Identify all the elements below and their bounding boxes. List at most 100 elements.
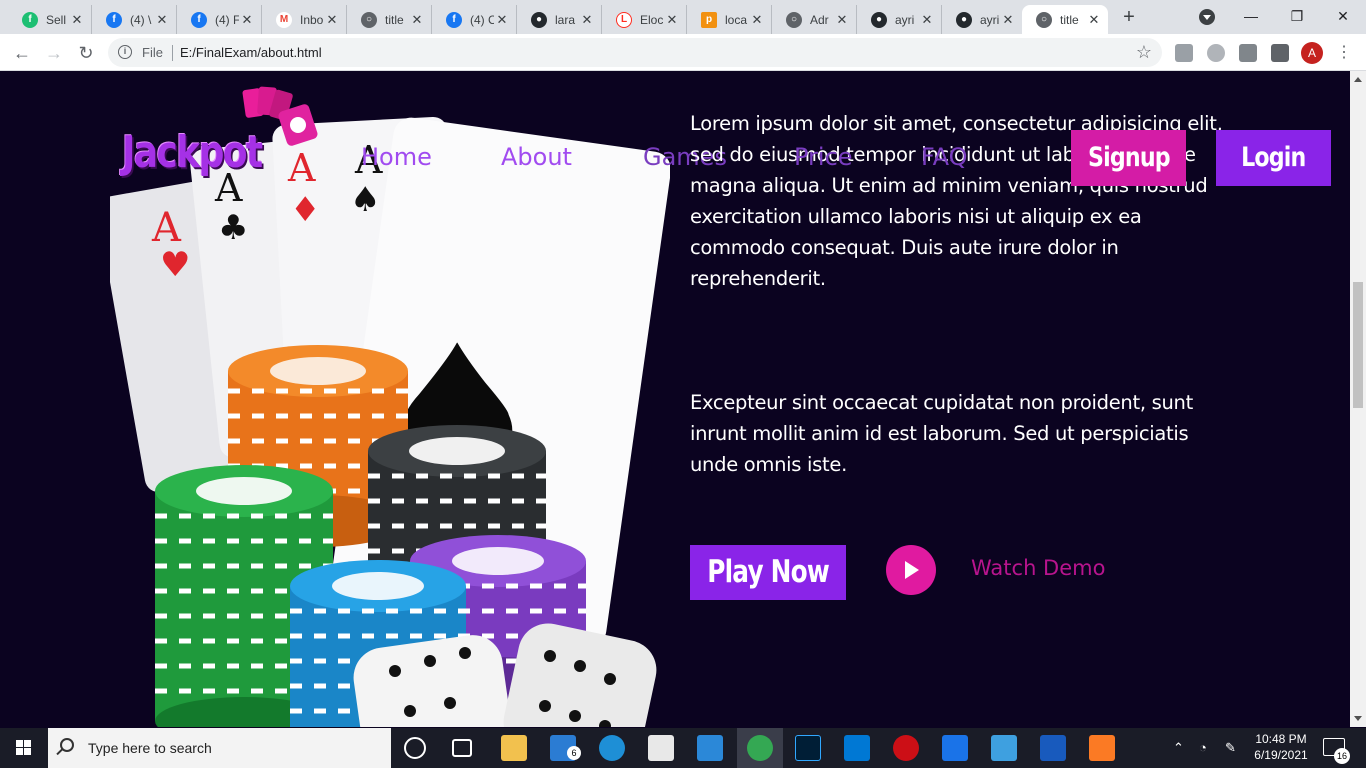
svg-text:♦: ♦	[290, 190, 320, 230]
bookmark-star-icon[interactable]: ☆	[1136, 42, 1152, 63]
svg-text:A: A	[287, 146, 316, 190]
minimize-icon[interactable]: —	[1228, 0, 1274, 32]
close-tab-icon[interactable]: ✕	[154, 12, 170, 28]
forward-arrow-icon[interactable]: →	[42, 41, 66, 65]
url-text[interactable]: E:/FinalExam/about.html	[180, 45, 322, 60]
svg-text:♥: ♥	[160, 245, 190, 285]
about-paragraph-2: Excepteur sint occaecat cupidatat non pr…	[690, 391, 1193, 476]
facebook-icon: f	[106, 11, 122, 28]
page-scrollbar[interactable]	[1350, 71, 1366, 727]
edge-icon[interactable]	[599, 735, 625, 761]
puzzle-extensions-icon[interactable]	[1271, 44, 1289, 62]
nav-price[interactable]: Price	[794, 143, 853, 171]
divider	[172, 45, 173, 61]
play-now-button[interactable]: Play Now	[690, 545, 846, 600]
github-icon: ●	[871, 11, 887, 28]
windows-start-icon[interactable]	[0, 728, 48, 768]
github-icon: ●	[956, 11, 972, 28]
close-tab-icon[interactable]: ✕	[579, 12, 595, 28]
info-icon[interactable]: i	[118, 45, 132, 59]
close-tab-icon[interactable]: ✕	[919, 12, 935, 28]
site-logo[interactable]: Jackpot	[122, 127, 263, 178]
globe-icon: ○	[1036, 11, 1052, 28]
cloud-extension-icon[interactable]	[1207, 44, 1225, 62]
browser-tab[interactable]: ● ayri ✕	[857, 5, 942, 34]
browser-tab[interactable]: M Inbo ✕	[262, 5, 347, 34]
scroll-down-icon[interactable]	[1354, 716, 1362, 721]
search-icon	[60, 738, 74, 752]
clock-date: 6/19/2021	[1254, 748, 1308, 762]
address-bar[interactable]: i File E:/FinalExam/about.html ☆	[108, 38, 1162, 67]
chevron-up-icon[interactable]: ⌃	[1173, 740, 1184, 756]
browser-tab[interactable]: ● ayri ✕	[942, 5, 1022, 34]
back-arrow-icon[interactable]: ←	[10, 41, 34, 65]
browser-toolbar: ← → ↻ i File E:/FinalExam/about.html ☆ A…	[0, 34, 1366, 71]
photoshop-icon[interactable]	[795, 735, 821, 761]
globe-icon: ○	[361, 11, 377, 28]
camera-extension-icon[interactable]	[1239, 44, 1257, 62]
app-icon[interactable]	[697, 735, 723, 761]
notification-badge: 16	[1334, 748, 1350, 764]
gmail-icon: M	[276, 11, 292, 28]
nav-about[interactable]: About	[501, 143, 572, 171]
close-tab-icon[interactable]: ✕	[324, 12, 340, 28]
reload-icon[interactable]: ↻	[74, 41, 98, 65]
system-clock[interactable]: 10:48 PM 6/19/2021	[1250, 731, 1312, 763]
watch-demo-link[interactable]: Watch Demo	[971, 556, 1105, 580]
media-player-icon[interactable]	[942, 735, 968, 761]
facebook-icon: f	[446, 11, 462, 28]
close-tab-icon[interactable]: ✕	[1000, 12, 1016, 28]
wifi-icon[interactable]: ◔	[1199, 740, 1207, 755]
clock-time: 10:48 PM	[1255, 732, 1307, 746]
laravel-icon: L	[616, 11, 632, 28]
close-tab-icon[interactable]: ✕	[834, 12, 850, 28]
browser-tab[interactable]: ● lara ✕	[517, 5, 602, 34]
opera-icon[interactable]	[893, 735, 919, 761]
pdf-extension-icon[interactable]	[1175, 44, 1193, 62]
vscode-icon[interactable]	[844, 735, 870, 761]
browser-tab[interactable]: ○ Adr ✕	[772, 5, 857, 34]
close-tab-icon[interactable]: ✕	[749, 12, 765, 28]
nav-faq[interactable]: FAQ	[921, 143, 968, 171]
browser-tab[interactable]: f (4) C ✕	[432, 5, 517, 34]
taskbar-search-input[interactable]: Type here to search	[48, 728, 391, 768]
close-window-icon[interactable]: ✕	[1320, 0, 1366, 32]
play-now-label: Play Now	[707, 554, 830, 590]
close-tab-icon[interactable]: ✕	[69, 12, 85, 28]
login-button[interactable]: Login	[1216, 130, 1331, 186]
xampp-icon[interactable]	[1089, 735, 1115, 761]
github-icon: ●	[531, 11, 547, 28]
browser-tab[interactable]: ○ title ✕	[347, 5, 432, 34]
scrollbar-thumb[interactable]	[1353, 282, 1363, 408]
close-tab-icon[interactable]: ✕	[664, 12, 680, 28]
scroll-up-icon[interactable]	[1354, 77, 1362, 82]
profile-avatar[interactable]: A	[1301, 42, 1323, 64]
new-tab-icon[interactable]: +	[1118, 6, 1140, 28]
close-tab-icon[interactable]: ✕	[1086, 12, 1102, 28]
browser-tab[interactable]: L Eloc ✕	[602, 5, 687, 34]
menu-kebab-icon[interactable]: ⋮	[1336, 42, 1352, 64]
play-icon[interactable]	[886, 545, 936, 595]
close-tab-icon[interactable]: ✕	[494, 12, 510, 28]
restore-icon[interactable]: ❐	[1274, 0, 1320, 32]
browser-tab[interactable]: f (4) \ ✕	[92, 5, 177, 34]
browser-tab-active[interactable]: ○ title ✕	[1022, 5, 1108, 34]
cortana-icon[interactable]	[404, 737, 426, 759]
browser-tab[interactable]: f Sell ✕	[8, 5, 92, 34]
task-view-icon[interactable]	[452, 739, 472, 757]
facebook-icon: f	[191, 11, 207, 28]
browser-tab[interactable]: p loca ✕	[687, 5, 772, 34]
nav-home[interactable]: Home	[361, 143, 432, 171]
signup-button[interactable]: Signup	[1071, 130, 1186, 186]
photos-icon[interactable]	[991, 735, 1017, 761]
store-icon[interactable]	[648, 735, 674, 761]
tab-search-icon[interactable]	[1199, 9, 1215, 25]
browser-tab[interactable]: f (4) F ✕	[177, 5, 262, 34]
file-explorer-icon[interactable]	[501, 735, 527, 761]
word-icon[interactable]	[1040, 735, 1066, 761]
fiverr-icon: f	[22, 11, 38, 28]
chrome-icon[interactable]	[747, 735, 773, 761]
close-tab-icon[interactable]: ✕	[239, 12, 255, 28]
pen-icon[interactable]: ✎	[1225, 740, 1236, 756]
close-tab-icon[interactable]: ✕	[409, 12, 425, 28]
